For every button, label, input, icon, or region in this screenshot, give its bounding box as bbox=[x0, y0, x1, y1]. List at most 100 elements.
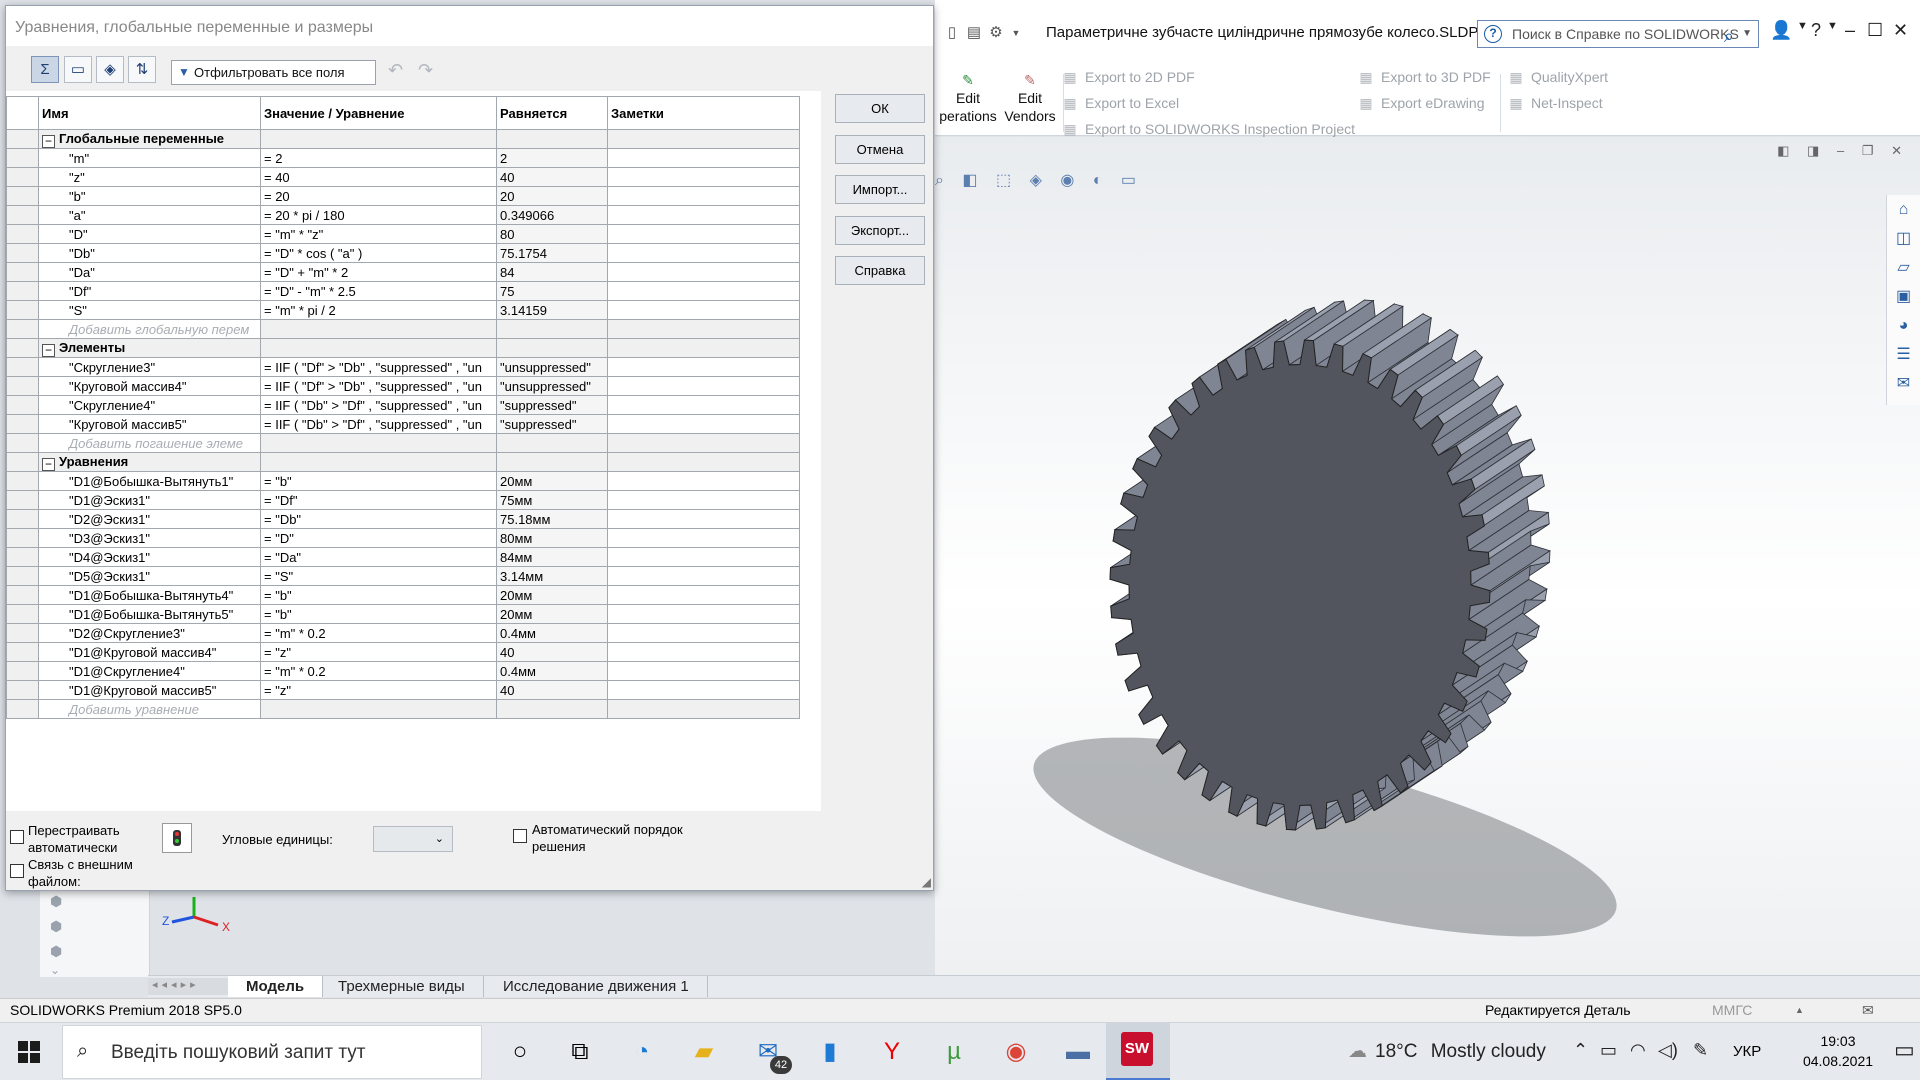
row-selector[interactable] bbox=[6, 452, 39, 472]
equation-cell[interactable]: = IIF ( "Db" > "Df" , "suppressed" , "un bbox=[260, 395, 497, 415]
solve-status-icon[interactable] bbox=[162, 823, 192, 853]
notes-cell[interactable] bbox=[607, 186, 800, 206]
expand-chevron-icon[interactable]: ⌄ bbox=[50, 963, 60, 977]
collapse-minus-icon[interactable]: − bbox=[42, 134, 55, 148]
dimension-view-icon[interactable]: ◈ bbox=[96, 56, 124, 83]
name-cell[interactable]: "D1@Бобышка-Вытянуть1" bbox=[38, 471, 261, 491]
notes-cell[interactable] bbox=[607, 604, 800, 624]
row-selector[interactable] bbox=[6, 357, 39, 377]
export-edrawing-button[interactable]: ▦ Export eDrawing bbox=[1358, 95, 1484, 112]
equation-cell[interactable]: = 2 bbox=[260, 148, 497, 168]
tab-model[interactable]: Модель bbox=[228, 976, 324, 997]
battery-icon[interactable]: ▭ bbox=[1600, 1040, 1617, 1061]
notes-cell[interactable] bbox=[607, 528, 800, 548]
pen-icon[interactable]: ✎ bbox=[1693, 1040, 1708, 1061]
table-row[interactable]: "z" = 40 40 bbox=[6, 167, 800, 187]
section-title-cell[interactable]: − Элементы bbox=[38, 338, 261, 358]
notes-cell[interactable] bbox=[607, 376, 800, 396]
name-cell[interactable]: "D1@Эскиз1" bbox=[38, 490, 261, 510]
edit-vendors-button[interactable]: ✎ Edit Vendors bbox=[1001, 71, 1059, 125]
home-icon[interactable]: ⌂ bbox=[1887, 195, 1920, 224]
row-selector[interactable] bbox=[6, 376, 39, 396]
feature-icon[interactable]: ⬢ bbox=[50, 918, 62, 935]
table-row[interactable]: "S" = "m" * pi / 2 3.14159 bbox=[6, 300, 800, 320]
chevron-down-icon[interactable]: ▼ bbox=[1742, 21, 1752, 47]
section-header-row[interactable]: − Элементы bbox=[6, 338, 800, 358]
row-selector[interactable] bbox=[6, 661, 39, 681]
equation-view-icon[interactable]: Σ bbox=[31, 56, 59, 83]
row-selector[interactable] bbox=[6, 129, 39, 149]
notes-cell[interactable] bbox=[607, 300, 800, 320]
game-app-icon[interactable]: ▬ bbox=[1058, 1032, 1098, 1072]
row-selector[interactable] bbox=[6, 547, 39, 567]
equation-cell[interactable]: = "D" * cos ( "a" ) bbox=[260, 243, 497, 263]
notes-cell[interactable] bbox=[607, 167, 800, 187]
equation-cell[interactable]: = "b" bbox=[260, 471, 497, 491]
name-cell[interactable]: "D1@Круговой массив4" bbox=[38, 642, 261, 662]
notes-cell[interactable] bbox=[607, 547, 800, 567]
add-row[interactable]: Добавить уравнение bbox=[6, 699, 800, 719]
help-icon[interactable]: ? bbox=[1811, 20, 1821, 41]
add-row-cell[interactable]: Добавить глобальную перем bbox=[38, 319, 261, 339]
tray-chevron-icon[interactable]: ⌃ bbox=[1573, 1040, 1588, 1061]
tab-motion-study[interactable]: Исследование движения 1 bbox=[485, 976, 708, 997]
equation-cell[interactable]: = "S" bbox=[260, 566, 497, 586]
task-view-icon[interactable]: ⧉ bbox=[560, 1032, 600, 1072]
name-cell[interactable]: "b" bbox=[38, 186, 261, 206]
row-selector[interactable] bbox=[6, 642, 39, 662]
minimize-icon[interactable]: – bbox=[1845, 20, 1855, 41]
table-row[interactable]: "m" = 22 bbox=[6, 148, 800, 168]
name-cell[interactable]: "D5@Эскиз1" bbox=[38, 566, 261, 586]
equation-cell[interactable]: = "D" bbox=[260, 528, 497, 548]
weather-widget[interactable]: ☁ 18°C Mostly cloudy bbox=[1348, 1040, 1546, 1063]
row-selector[interactable] bbox=[6, 528, 39, 548]
name-cell[interactable]: "Df" bbox=[38, 281, 261, 301]
name-cell[interactable]: "z" bbox=[38, 167, 261, 187]
export-3d-pdf-button[interactable]: ▦ Export to 3D PDF bbox=[1358, 69, 1490, 86]
notes-cell[interactable] bbox=[607, 661, 800, 681]
ok-button[interactable]: ОК bbox=[835, 94, 925, 123]
sketch-equation-view-icon[interactable]: ▭ bbox=[64, 56, 92, 83]
status-units[interactable]: ММГС bbox=[1712, 999, 1752, 1022]
rebuild-auto-checkbox[interactable] bbox=[10, 830, 24, 844]
add-row-cell[interactable]: Добавить погашение элеме bbox=[38, 433, 261, 453]
section-header-row[interactable]: − Глобальные переменные bbox=[6, 129, 800, 149]
print-icon[interactable]: ▤ bbox=[965, 24, 983, 42]
name-cell[interactable]: "Db" bbox=[38, 243, 261, 263]
filter-input[interactable]: ▼ Отфильтровать все поля bbox=[171, 60, 376, 85]
notification-icon[interactable]: ▭ bbox=[1894, 1037, 1915, 1063]
column-header-equation[interactable]: Значение / Уравнение bbox=[260, 96, 497, 130]
file-explorer-icon[interactable]: ▣ bbox=[1887, 282, 1920, 311]
table-row[interactable]: "Круговой массив4" = IIF ( "Df" > "Db" , … bbox=[6, 376, 800, 396]
row-selector[interactable] bbox=[6, 281, 39, 301]
table-row[interactable]: "Круговой массив5" = IIF ( "Db" > "Df" , … bbox=[6, 414, 800, 434]
appearances-icon[interactable]: ◕ bbox=[1887, 311, 1920, 340]
row-selector[interactable] bbox=[6, 148, 39, 168]
clock[interactable]: 19:03 04.08.2021 bbox=[1798, 1031, 1878, 1071]
row-selector[interactable] bbox=[6, 490, 39, 510]
export-2d-pdf-button[interactable]: ▦ Export to 2D PDF bbox=[1062, 69, 1194, 86]
row-selector[interactable] bbox=[6, 566, 39, 586]
row-selector[interactable] bbox=[6, 414, 39, 434]
name-cell[interactable]: "Круговой массив5" bbox=[38, 414, 261, 434]
cancel-button[interactable]: Отмена bbox=[835, 135, 925, 164]
equation-cell[interactable]: = 40 bbox=[260, 167, 497, 187]
name-cell[interactable]: "S" bbox=[38, 300, 261, 320]
notes-cell[interactable] bbox=[607, 509, 800, 529]
notes-cell[interactable] bbox=[607, 281, 800, 301]
maximize-icon[interactable]: ☐ bbox=[1867, 20, 1883, 41]
name-cell[interactable]: "D1@Скругление4" bbox=[38, 661, 261, 681]
tab-navigation-arrows[interactable]: ◂◂◂▸▸ bbox=[148, 978, 228, 995]
row-selector[interactable] bbox=[6, 623, 39, 643]
resize-grip-icon[interactable]: ◢ bbox=[922, 875, 931, 889]
yandex-icon[interactable]: Y bbox=[872, 1032, 912, 1072]
equation-cell[interactable]: = "Da" bbox=[260, 547, 497, 567]
section-title-cell[interactable]: − Уравнения bbox=[38, 452, 261, 472]
ordered-view-icon[interactable]: ⇅ bbox=[128, 56, 156, 83]
equation-cell[interactable]: = "m" * pi / 2 bbox=[260, 300, 497, 320]
table-row[interactable]: "D1@Скругление4" = "m" * 0.2 0.4мм bbox=[6, 661, 800, 681]
chrome-icon[interactable]: ◉ bbox=[996, 1032, 1036, 1072]
notes-cell[interactable] bbox=[607, 623, 800, 643]
row-selector[interactable] bbox=[6, 509, 39, 529]
table-row[interactable]: "D1@Бобышка-Вытянуть5" = "b" 20мм bbox=[6, 604, 800, 624]
